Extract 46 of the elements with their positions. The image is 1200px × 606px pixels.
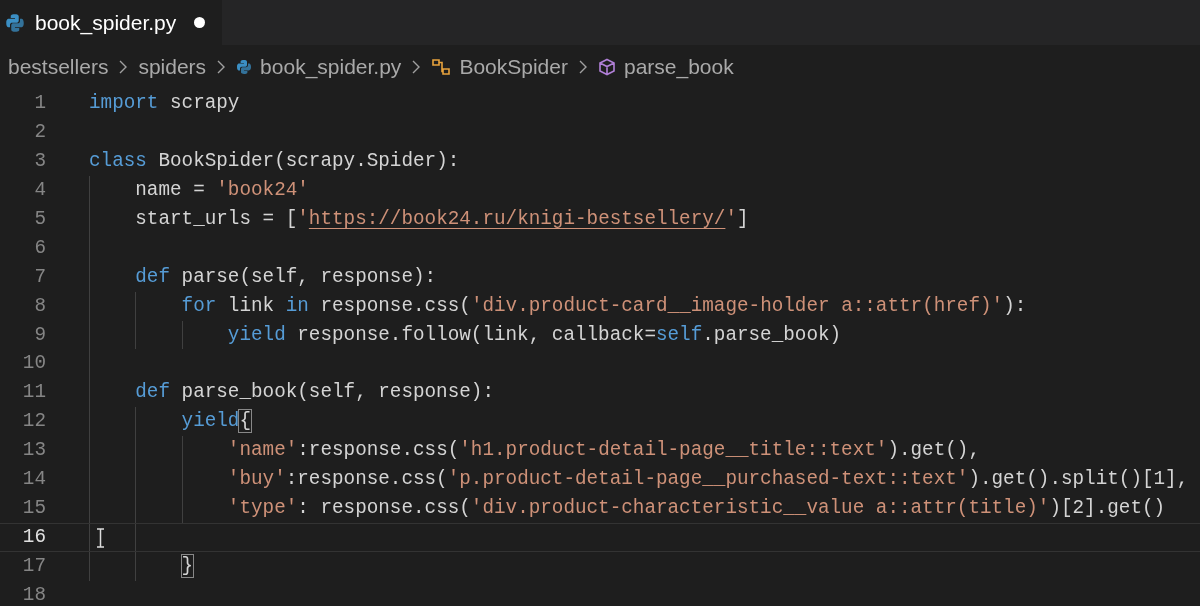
code-line: def parse_book(self, response): bbox=[134, 380, 494, 406]
code-line: yield response.follow(link, callback=self.parse_book) bbox=[226, 322, 842, 348]
code-line: for link in response.css('div.product-card__image-holder a::attr(href)'): bbox=[180, 293, 1027, 319]
line-number: 1 bbox=[33, 91, 46, 116]
line-number: 17 bbox=[21, 554, 46, 579]
python-file-icon bbox=[5, 12, 25, 33]
line-number: 18 bbox=[21, 582, 46, 606]
line-number: 12 bbox=[21, 409, 46, 435]
chevron-right-icon bbox=[578, 60, 587, 74]
line-number: 15 bbox=[21, 496, 46, 522]
cube-icon bbox=[597, 58, 616, 76]
line-number: 11 bbox=[21, 380, 46, 406]
line-number: 3 bbox=[33, 148, 46, 174]
line-number: 5 bbox=[33, 206, 46, 232]
code-line: yield{ bbox=[180, 409, 251, 435]
chevron-right-icon bbox=[412, 60, 421, 74]
breadcrumb-item[interactable]: spiders bbox=[138, 51, 207, 83]
code-line: 'buy':response.css('p.product-detail-page__purchased-text::text').get().split()[1], bbox=[226, 467, 1189, 493]
code-line: 'name':response.css('h1.product-detail-page__title::text').get(), bbox=[226, 438, 980, 464]
line-number: 8 bbox=[33, 293, 46, 319]
line-number: 14 bbox=[21, 467, 46, 493]
line-number: 6 bbox=[33, 235, 46, 261]
breadcrumb-item[interactable]: parse_book bbox=[623, 51, 734, 83]
editor-tab[interactable]: book_spider.py bbox=[0, 0, 222, 45]
code-line: import scrapy bbox=[89, 91, 240, 116]
code-line: def parse(self, response): bbox=[134, 264, 437, 290]
line-number: 13 bbox=[21, 438, 46, 464]
code-line: } bbox=[180, 554, 194, 579]
breadcrumb-item[interactable]: book_spider.py bbox=[260, 51, 402, 83]
class-icon bbox=[431, 58, 452, 76]
line-number: 9 bbox=[33, 322, 46, 348]
chevron-right-icon bbox=[119, 60, 128, 74]
code-line: name = 'book24' bbox=[134, 177, 309, 203]
chevron-right-icon bbox=[217, 60, 226, 74]
code-line: start_urls = ['https://book24.ru/knigi-bestsellery/'] bbox=[134, 206, 749, 232]
python-file-icon bbox=[236, 59, 253, 75]
line-number: 10 bbox=[21, 351, 46, 377]
breadcrumb-item[interactable]: bestsellers bbox=[8, 51, 109, 83]
line-number: 7 bbox=[33, 264, 46, 290]
line-number: 2 bbox=[33, 119, 46, 145]
code-line: class BookSpider(scrapy.Spider): bbox=[89, 148, 460, 174]
text-cursor-icon bbox=[96, 528, 105, 549]
line-number: 4 bbox=[33, 177, 46, 203]
breadcrumb-item[interactable]: BookSpider bbox=[459, 51, 568, 83]
code-line: 'type': response.css('div.product-characteristic__value a::attr(title)')[2].get() bbox=[226, 496, 1166, 522]
line-number: 16 bbox=[21, 525, 46, 551]
